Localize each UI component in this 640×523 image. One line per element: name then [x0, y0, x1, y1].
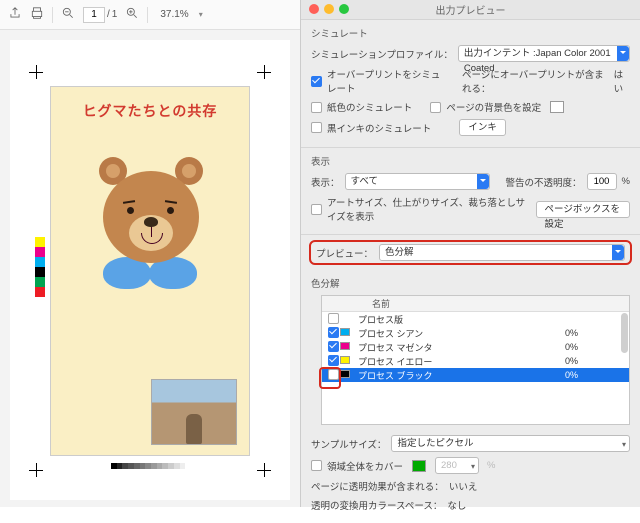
- preview-label: プレビュー：: [316, 246, 373, 260]
- plate-swatch: [340, 356, 350, 364]
- preview-row: プレビュー： 色分解: [309, 240, 632, 265]
- bg-set-checkbox[interactable]: [430, 102, 441, 113]
- overprint-info-value: はい: [614, 67, 630, 95]
- separation-row[interactable]: プロセス版: [322, 312, 629, 326]
- page-canvas: ヒグマたちとの共存: [10, 40, 290, 500]
- plate-name: プロセス シアン: [354, 327, 565, 340]
- view-select[interactable]: すべて: [345, 173, 490, 190]
- zoom-out-icon[interactable]: [61, 6, 75, 23]
- ink-button[interactable]: インキ: [459, 119, 506, 136]
- print-icon[interactable]: [30, 6, 44, 23]
- separation-row[interactable]: プロセス イエロー0%: [322, 354, 629, 368]
- black-sim-label: 黒インキのシミュレート: [327, 121, 431, 135]
- output-preview-panel: 出力プレビュー シミュレート シミュレーションプロファイル： 出力インテント :…: [300, 0, 640, 507]
- separations-section: 色分解: [301, 270, 640, 290]
- artsize-label: アートサイズ、仕上がりサイズ、裁ち落としサイズを表示: [327, 195, 526, 223]
- simulate-section: シミュレート シミュレーションプロファイル： 出力インテント :Japan Co…: [301, 20, 640, 148]
- preview-select[interactable]: 色分解: [379, 244, 625, 261]
- warning-opacity-input[interactable]: [587, 173, 617, 190]
- plate-swatch: [340, 342, 350, 350]
- paper-sim-label: 紙色のシミュレート: [327, 100, 412, 114]
- artsize-checkbox[interactable]: [311, 204, 322, 215]
- plate-checkbox[interactable]: [328, 313, 339, 324]
- plate-name: プロセス マゼンタ: [354, 341, 565, 354]
- plate-name: プロセス版: [354, 313, 565, 326]
- plate-checkbox[interactable]: [328, 355, 339, 366]
- plate-percent: 0%: [565, 370, 625, 380]
- profile-label: シミュレーションプロファイル：: [311, 47, 453, 61]
- separation-row[interactable]: プロセス マゼンタ0%: [322, 340, 629, 354]
- share-icon[interactable]: [8, 6, 22, 23]
- profile-select[interactable]: 出力インテント :Japan Color 2001 Coated: [458, 45, 630, 62]
- pdf-viewer: / 1 37.1%▾ ヒグマたちとの共存: [0, 0, 300, 507]
- transp-label: ページに透明効果が含まれる：: [311, 479, 444, 493]
- plate-percent: 0%: [565, 328, 625, 338]
- pct-unit: %: [622, 176, 630, 187]
- cover-checkbox[interactable]: [311, 460, 322, 471]
- pct-unit: %: [487, 460, 495, 471]
- warning-label: 警告の不透明度：: [506, 175, 582, 189]
- separation-row[interactable]: プロセス ブラック0%: [322, 368, 629, 382]
- section-heading: 表示: [311, 154, 630, 168]
- placed-photo: [151, 379, 237, 445]
- plate-name: プロセス イエロー: [354, 355, 565, 368]
- paper-sim-checkbox[interactable]: [311, 102, 322, 113]
- view-section: 表示 表示： すべて 警告の不透明度： % アートサイズ、仕上がりサイズ、裁ち落…: [301, 148, 640, 235]
- toolbar: / 1 37.1%▾: [0, 0, 300, 30]
- section-heading: シミュレート: [311, 26, 630, 40]
- colorspace-value: なし: [447, 498, 466, 512]
- page-indicator: / 1: [83, 7, 117, 23]
- plate-percent: 0%: [565, 342, 625, 352]
- illustration-bear: [93, 157, 209, 307]
- cover-label: 領域全体をカバー: [327, 459, 403, 473]
- overprint-sim-label: オーバープリントをシミュレート: [327, 67, 449, 95]
- color-bar-side: [35, 237, 45, 297]
- black-sim-checkbox[interactable]: [311, 122, 322, 133]
- plate-checkbox[interactable]: [328, 369, 339, 380]
- panel-titlebar: 出力プレビュー: [301, 0, 640, 20]
- sample-size-label: サンプルサイズ：: [311, 437, 386, 451]
- view-label: 表示：: [311, 175, 340, 189]
- section-heading: 色分解: [311, 276, 630, 290]
- plate-checkbox[interactable]: [328, 327, 339, 338]
- zoom-level[interactable]: 37.1%: [160, 9, 188, 20]
- page-current-input[interactable]: [83, 7, 105, 23]
- cover-color-swatch[interactable]: [412, 460, 426, 472]
- plate-swatch: [340, 328, 350, 336]
- window-controls[interactable]: [309, 4, 349, 14]
- bg-color-swatch[interactable]: [550, 101, 564, 113]
- plate-swatch: [340, 370, 350, 378]
- bottom-section: サンプルサイズ： 指定したピクセル 領域全体をカバー 280 % ページに透明効…: [301, 429, 640, 523]
- color-bar-bottom: [111, 463, 191, 469]
- page-title: ヒグマたちとの共存: [51, 101, 249, 121]
- scrollbar[interactable]: [621, 313, 628, 353]
- plate-checkbox[interactable]: [328, 341, 339, 352]
- document-page: ヒグマたちとの共存: [50, 86, 250, 456]
- zoom-in-icon[interactable]: [125, 6, 139, 23]
- pagebox-button[interactable]: ページボックスを設定: [536, 201, 630, 218]
- separation-row[interactable]: プロセス シアン0%: [322, 326, 629, 340]
- transp-value: いいえ: [449, 479, 478, 493]
- bg-set-label: ページの背景色を設定: [446, 100, 541, 114]
- overprint-sim-checkbox[interactable]: [311, 76, 322, 87]
- separations-list[interactable]: 名前 プロセス版プロセス シアン0%プロセス マゼンタ0%プロセス イエロー0%…: [321, 295, 630, 425]
- colorspace-label: 透明の変換用カラースペース：: [311, 498, 442, 512]
- cover-value-select[interactable]: 280: [435, 457, 479, 474]
- plate-name: プロセス ブラック: [354, 369, 565, 382]
- list-header: 名前: [322, 296, 629, 312]
- sample-size-select[interactable]: 指定したピクセル: [391, 435, 630, 452]
- plate-percent: 0%: [565, 356, 625, 366]
